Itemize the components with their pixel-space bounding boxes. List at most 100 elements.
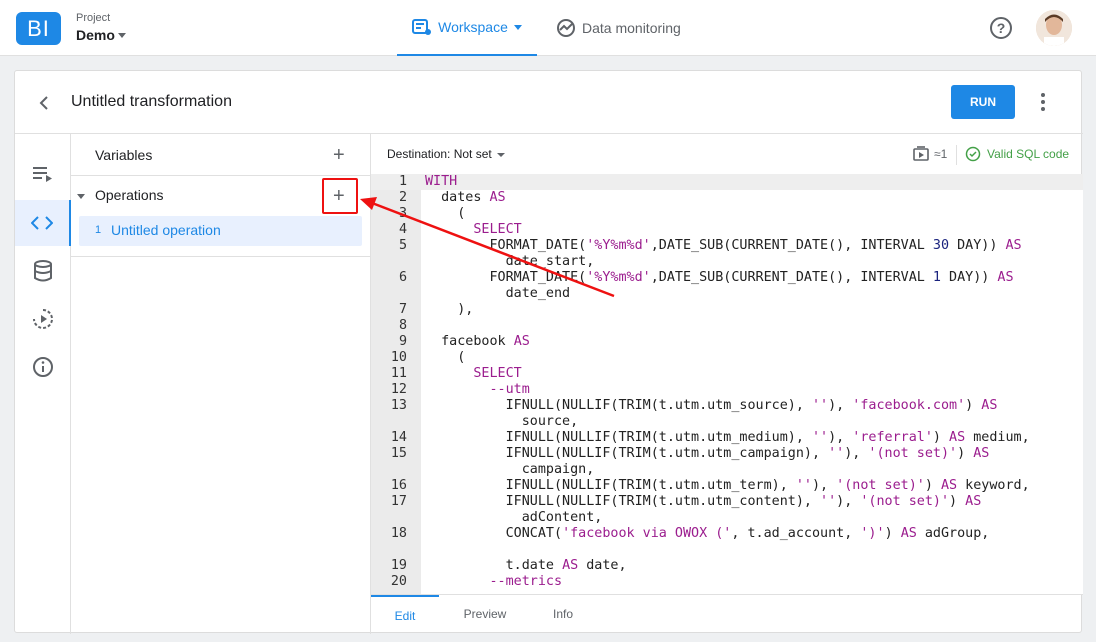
divider bbox=[956, 145, 957, 165]
code-text: IFNULL(NULLIF(TRIM(t.utm.utm_source), ''… bbox=[425, 398, 998, 413]
tab-data-monitoring-label: Data monitoring bbox=[582, 20, 681, 36]
code-line[interactable]: 15 IFNULL(NULLIF(TRIM(t.utm.utm_campaign… bbox=[371, 446, 1083, 462]
code-text: adContent, bbox=[425, 510, 603, 525]
tab-preview[interactable]: Preview bbox=[451, 595, 519, 635]
code-editor[interactable]: 1 WITH 2 dates AS 3 (4 SELECT 5 FORMAT_DATE(… bbox=[371, 174, 1083, 594]
chevron-down-icon[interactable] bbox=[497, 153, 505, 157]
rail-item-schedule[interactable] bbox=[15, 296, 71, 342]
question-circle-icon[interactable]: ? bbox=[990, 17, 1012, 39]
line-number: 10 bbox=[390, 350, 407, 365]
tab-edit[interactable]: Edit bbox=[371, 595, 439, 635]
play-box-icon bbox=[913, 146, 929, 161]
tab-workspace[interactable]: Workspace bbox=[397, 0, 537, 56]
rail-item-info[interactable] bbox=[15, 344, 71, 390]
code-text: t.date AS date, bbox=[425, 558, 627, 573]
code-line[interactable]: 17 IFNULL(NULLIF(TRIM(t.utm.utm_content)… bbox=[371, 494, 1083, 510]
code-line[interactable]: 18 CONCAT('facebook via OWOX (', t.ad_ac… bbox=[371, 526, 1083, 542]
tab-data-monitoring[interactable]: Data monitoring bbox=[556, 0, 696, 56]
rail-item-queue[interactable] bbox=[15, 151, 71, 197]
line-number: 17 bbox=[390, 494, 407, 509]
line-number: 1 bbox=[398, 174, 407, 189]
line-number: 19 bbox=[390, 558, 407, 573]
code-line[interactable]: 20 --metrics bbox=[371, 574, 1083, 590]
chevron-down-icon bbox=[513, 24, 522, 30]
run-count[interactable]: ≈1 bbox=[913, 146, 947, 162]
line-number: 3 bbox=[398, 206, 407, 221]
line-number: 14 bbox=[390, 430, 407, 445]
code-text: dates AS bbox=[425, 190, 506, 205]
code-text: FORMAT_DATE('%Y%m%d',DATE_SUB(CURRENT_DA… bbox=[425, 238, 1022, 253]
code-text: IFNULL(NULLIF(TRIM(t.utm.utm_campaign), … bbox=[425, 446, 990, 461]
line-number: 20 bbox=[390, 574, 407, 589]
line-number: 5 bbox=[398, 238, 407, 253]
code-line[interactable]: campaign, bbox=[371, 462, 1083, 478]
code-line[interactable]: 11 SELECT bbox=[371, 366, 1083, 382]
code-line[interactable]: date_start, bbox=[371, 254, 1083, 270]
variables-label: Variables bbox=[95, 147, 153, 163]
code-line[interactable]: date_end bbox=[371, 286, 1083, 302]
operations-panel: Variables + Operations + 1 Untitled oper… bbox=[71, 134, 371, 634]
page-title[interactable]: Untitled transformation bbox=[71, 93, 232, 111]
schedule-refresh-icon bbox=[33, 309, 53, 329]
operations-label: Operations bbox=[95, 187, 164, 203]
bi-logo[interactable]: BI bbox=[16, 12, 61, 45]
run-button[interactable]: RUN bbox=[951, 85, 1015, 119]
avatar[interactable] bbox=[1036, 10, 1072, 46]
rail-item-code[interactable] bbox=[15, 200, 71, 246]
code-line[interactable]: 8 bbox=[371, 318, 1083, 334]
operation-item[interactable]: 1 Untitled operation bbox=[79, 216, 362, 246]
check-circle-icon bbox=[965, 146, 981, 162]
code-text: campaign, bbox=[425, 462, 595, 477]
editor-tabs: Edit Preview Info bbox=[371, 594, 1083, 634]
top-bar: BI Project Demo Workspace Data monitorin… bbox=[0, 0, 1096, 56]
code-line[interactable]: 19 t.date AS date, bbox=[371, 558, 1083, 574]
code-line[interactable]: 1 WITH bbox=[371, 174, 1083, 190]
code-text: date_start, bbox=[425, 254, 595, 269]
info-icon bbox=[33, 357, 53, 377]
code-text: IFNULL(NULLIF(TRIM(t.utm.utm_content), '… bbox=[425, 494, 982, 509]
code-line[interactable]: 3 ( bbox=[371, 206, 1083, 222]
code-line[interactable]: 12 --utm bbox=[371, 382, 1083, 398]
code-line[interactable]: 4 SELECT bbox=[371, 222, 1083, 238]
code-text: CONCAT('facebook via OWOX (', t.ad_accou… bbox=[425, 526, 990, 541]
code-line[interactable]: 7 ), bbox=[371, 302, 1083, 318]
destination-selector[interactable]: Destination: Not set bbox=[387, 147, 492, 161]
rail-item-database[interactable] bbox=[15, 248, 71, 294]
line-number: 2 bbox=[398, 190, 407, 205]
code-line[interactable]: 16 IFNULL(NULLIF(TRIM(t.utm.utm_term), '… bbox=[371, 478, 1083, 494]
code-line[interactable]: adContent, bbox=[371, 510, 1083, 526]
tab-info[interactable]: Info bbox=[529, 595, 597, 635]
code-line[interactable]: 9 facebook AS bbox=[371, 334, 1083, 350]
project-selector[interactable]: Demo bbox=[76, 27, 115, 43]
database-icon bbox=[34, 260, 52, 282]
project-label: Project bbox=[76, 12, 111, 24]
code-line[interactable]: 5 FORMAT_DATE('%Y%m%d',DATE_SUB(CURRENT_… bbox=[371, 238, 1083, 254]
caret-down-icon[interactable] bbox=[77, 194, 85, 199]
back-arrow-icon[interactable] bbox=[37, 93, 53, 113]
operations-row[interactable]: Operations + bbox=[71, 176, 371, 216]
code-line[interactable]: source, bbox=[371, 414, 1083, 430]
code-line[interactable]: 14 IFNULL(NULLIF(TRIM(t.utm.utm_medium),… bbox=[371, 430, 1083, 446]
line-number: 4 bbox=[398, 222, 407, 237]
code-text: IFNULL(NULLIF(TRIM(t.utm.utm_medium), ''… bbox=[425, 430, 1030, 445]
code-text: ( bbox=[425, 350, 466, 365]
add-variable-icon[interactable]: + bbox=[333, 145, 345, 165]
code-text: FORMAT_DATE('%Y%m%d',DATE_SUB(CURRENT_DA… bbox=[425, 270, 1014, 285]
more-vert-icon[interactable] bbox=[1035, 93, 1051, 113]
operation-name: Untitled operation bbox=[111, 222, 221, 238]
highlight-box bbox=[322, 178, 358, 214]
code-line[interactable] bbox=[371, 542, 1083, 558]
line-number: 7 bbox=[398, 302, 407, 317]
line-number: 15 bbox=[390, 446, 407, 461]
workspace-icon bbox=[412, 19, 432, 35]
code-line[interactable]: 10 ( bbox=[371, 350, 1083, 366]
code-line[interactable]: 2 dates AS bbox=[371, 190, 1083, 206]
code-text: IFNULL(NULLIF(TRIM(t.utm.utm_term), ''),… bbox=[425, 478, 1030, 493]
code-line[interactable]: 13 IFNULL(NULLIF(TRIM(t.utm.utm_source),… bbox=[371, 398, 1083, 414]
operation-number: 1 bbox=[95, 224, 102, 236]
monitoring-icon bbox=[557, 19, 575, 37]
chevron-down-icon[interactable] bbox=[118, 33, 126, 38]
sql-editor-area: Destination: Not set ≈1 Valid SQL code 1… bbox=[371, 134, 1083, 634]
line-number: 13 bbox=[390, 398, 407, 413]
code-line[interactable]: 6 FORMAT_DATE('%Y%m%d',DATE_SUB(CURRENT_… bbox=[371, 270, 1083, 286]
